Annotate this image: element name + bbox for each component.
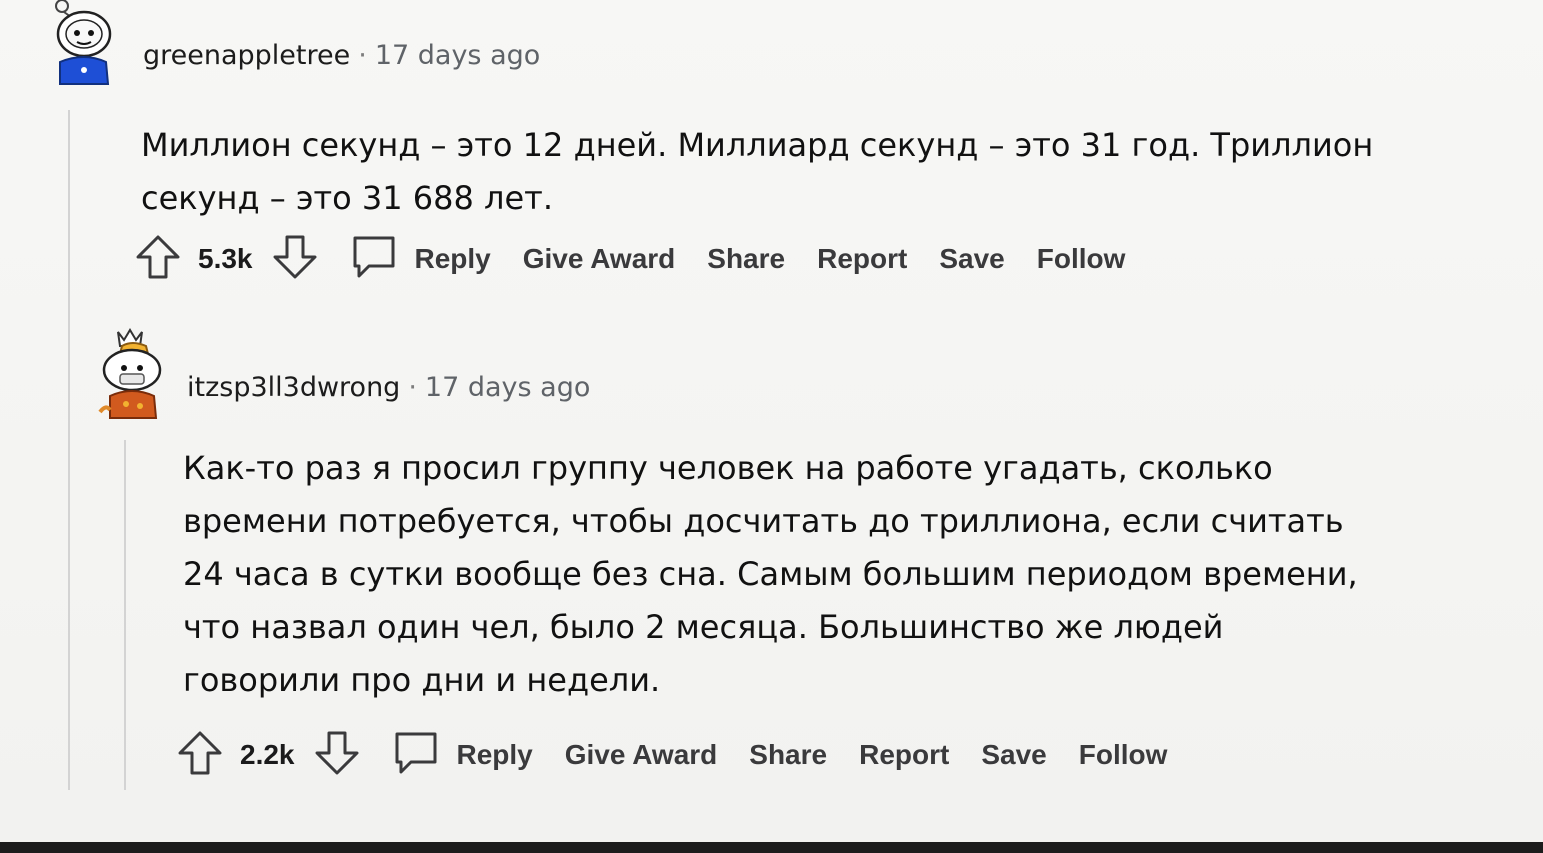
comment-body: Как-то раз я просил группу человек на ра… xyxy=(183,442,1483,707)
upvote-arrow-icon[interactable] xyxy=(134,233,182,285)
share-button[interactable]: Share xyxy=(749,739,827,771)
speech-bubble-icon[interactable] xyxy=(349,232,399,286)
comment-meta: itzsp3ll3dwrong · 17 days ago xyxy=(187,372,590,403)
reply-button[interactable]: Reply xyxy=(457,739,533,771)
timestamp[interactable]: 17 days ago xyxy=(425,372,590,403)
comment-body-line: Миллион секунд – это 12 дней. Миллиард с… xyxy=(141,126,1374,164)
comment-thread-page: greenappletree · 17 days ago Миллион секун… xyxy=(0,0,1543,853)
comment-body: Миллион секунд – это 12 дней. Миллиард с… xyxy=(141,119,1481,225)
comment-body-line: что назвал один чел, было 2 месяца. Боль… xyxy=(183,608,1224,646)
reply-button[interactable]: Reply xyxy=(415,243,491,275)
comment-body-line: 24 часа в сутки вообще без сна. Самым бо… xyxy=(183,555,1358,593)
vote-score: 2.2k xyxy=(240,739,295,770)
vote-score: 5.3k xyxy=(198,243,253,274)
snoo-avatar-icon xyxy=(98,328,162,419)
thread-line-reply[interactable] xyxy=(124,440,126,790)
thread-line-root[interactable] xyxy=(68,110,70,790)
give-award-button[interactable]: Give Award xyxy=(565,739,718,771)
avatar[interactable] xyxy=(42,0,116,86)
comment-body-line: говорили про дни и недели. xyxy=(183,661,661,699)
follow-button[interactable]: Follow xyxy=(1079,739,1168,771)
save-button[interactable]: Save xyxy=(939,243,1004,275)
comment-body-line: Как-то раз я просил группу человек на ра… xyxy=(183,449,1273,487)
comment-meta: greenappletree · 17 days ago xyxy=(143,40,540,71)
username-link[interactable]: greenappletree xyxy=(143,40,350,71)
meta-separator: · xyxy=(408,372,417,403)
username-link[interactable]: itzsp3ll3dwrong xyxy=(187,372,400,403)
comment-body-line: времени потребуется, чтобы досчитать до … xyxy=(183,502,1344,540)
downvote-arrow-icon[interactable] xyxy=(313,729,361,781)
avatar[interactable] xyxy=(96,326,166,420)
give-award-button[interactable]: Give Award xyxy=(523,243,676,275)
save-button[interactable]: Save xyxy=(981,739,1046,771)
comment-body-line: секунд – это 31 688 лет. xyxy=(141,179,553,217)
meta-separator: · xyxy=(358,40,367,71)
follow-button[interactable]: Follow xyxy=(1037,243,1126,275)
comment-actions: 2.2k Reply Give Award Share Report Save … xyxy=(176,730,1167,780)
share-button[interactable]: Share xyxy=(707,243,785,275)
comment-actions: 5.3k Reply Give Award Share Report Save … xyxy=(134,234,1125,284)
speech-bubble-icon[interactable] xyxy=(391,728,441,782)
screen-bottom-edge xyxy=(0,842,1543,853)
report-button[interactable]: Report xyxy=(859,739,949,771)
report-button[interactable]: Report xyxy=(817,243,907,275)
upvote-arrow-icon[interactable] xyxy=(176,729,224,781)
snoo-avatar-icon xyxy=(55,0,112,85)
downvote-arrow-icon[interactable] xyxy=(271,233,319,285)
timestamp[interactable]: 17 days ago xyxy=(375,40,540,71)
